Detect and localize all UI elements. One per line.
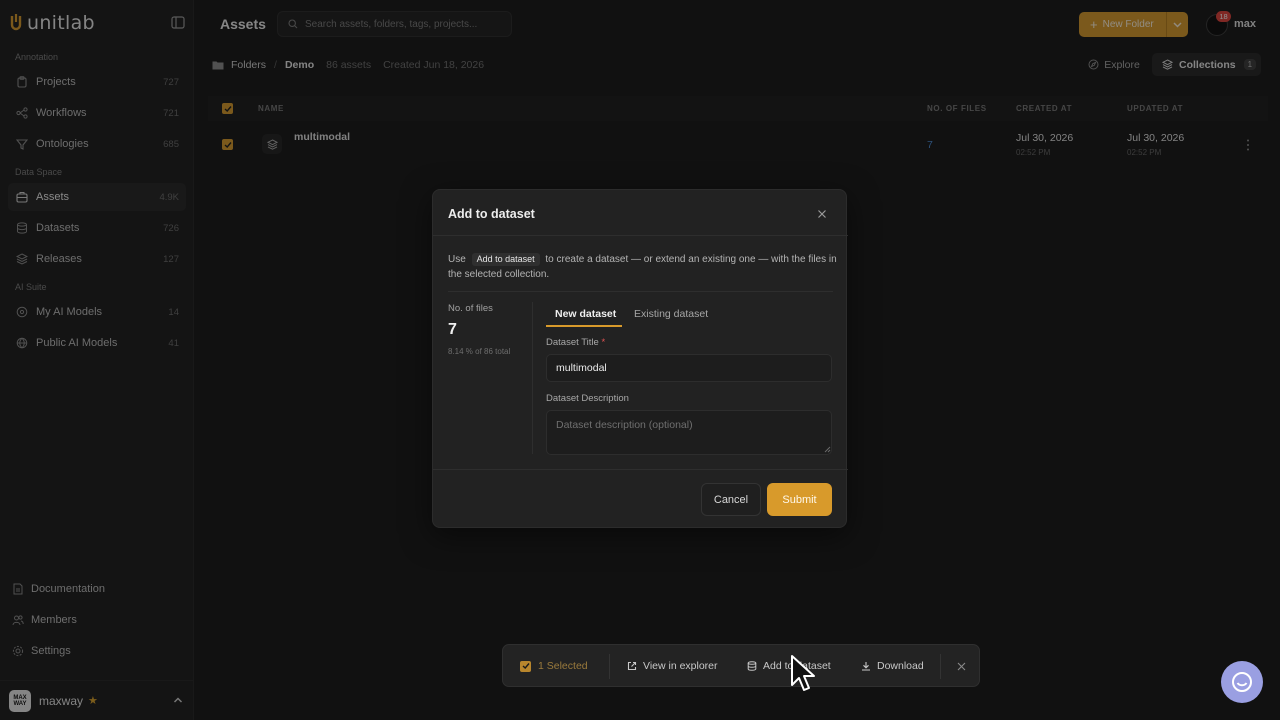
selected-label: 1 Selected (538, 660, 588, 672)
selected-count[interactable]: 1 Selected (520, 660, 588, 672)
intro-code: Add to dataset (471, 253, 540, 266)
download-icon (860, 661, 871, 672)
footer-divider (433, 469, 848, 470)
dataset-title-input[interactable] (546, 354, 832, 382)
close-icon[interactable] (957, 662, 966, 671)
files-label: No. of files (448, 303, 493, 314)
files-percentage: 8.14 % of 86 total (448, 347, 511, 356)
dataset-title-label-text: Dataset Title (546, 337, 599, 348)
chat-icon (1232, 672, 1252, 692)
dataset-description-input[interactable] (546, 410, 832, 455)
intro-divider (448, 291, 833, 292)
chat-support-button[interactable] (1221, 661, 1263, 703)
add-to-dataset-modal: Add to dataset Use Add to dataset to cre… (432, 189, 848, 528)
view-in-explorer-label: View in explorer (643, 660, 718, 672)
tab-existing-dataset[interactable]: Existing dataset (634, 308, 708, 320)
resize-grip-icon[interactable] (824, 446, 831, 453)
mouse-cursor-icon (791, 655, 815, 691)
selection-action-bar: 1 Selected View in explorer Add to datas… (502, 644, 980, 687)
external-link-icon (626, 661, 637, 672)
view-in-explorer-button[interactable]: View in explorer (626, 660, 718, 672)
files-value: 7 (448, 321, 457, 338)
add-to-dataset-button[interactable]: Add to dataset (746, 660, 831, 672)
dataset-description-label: Dataset Description (546, 393, 629, 404)
cancel-button[interactable]: Cancel (701, 483, 761, 516)
intro-prefix: Use (448, 254, 466, 265)
download-button[interactable]: Download (860, 660, 924, 672)
vertical-divider (532, 302, 533, 454)
close-icon[interactable] (817, 209, 827, 219)
active-tab-indicator (546, 325, 622, 327)
required-marker: * (601, 337, 606, 348)
submit-button[interactable]: Submit (767, 483, 832, 516)
modal-divider (433, 235, 848, 236)
database-icon (746, 661, 757, 672)
action-separator (940, 654, 941, 679)
modal-title: Add to dataset (448, 207, 535, 221)
action-separator (609, 654, 610, 679)
download-label: Download (877, 660, 924, 672)
dataset-title-label: Dataset Title * (546, 337, 605, 348)
tab-new-dataset[interactable]: New dataset (555, 308, 616, 320)
check-icon (520, 660, 531, 672)
modal-intro: Use Add to dataset to create a dataset —… (448, 252, 838, 282)
